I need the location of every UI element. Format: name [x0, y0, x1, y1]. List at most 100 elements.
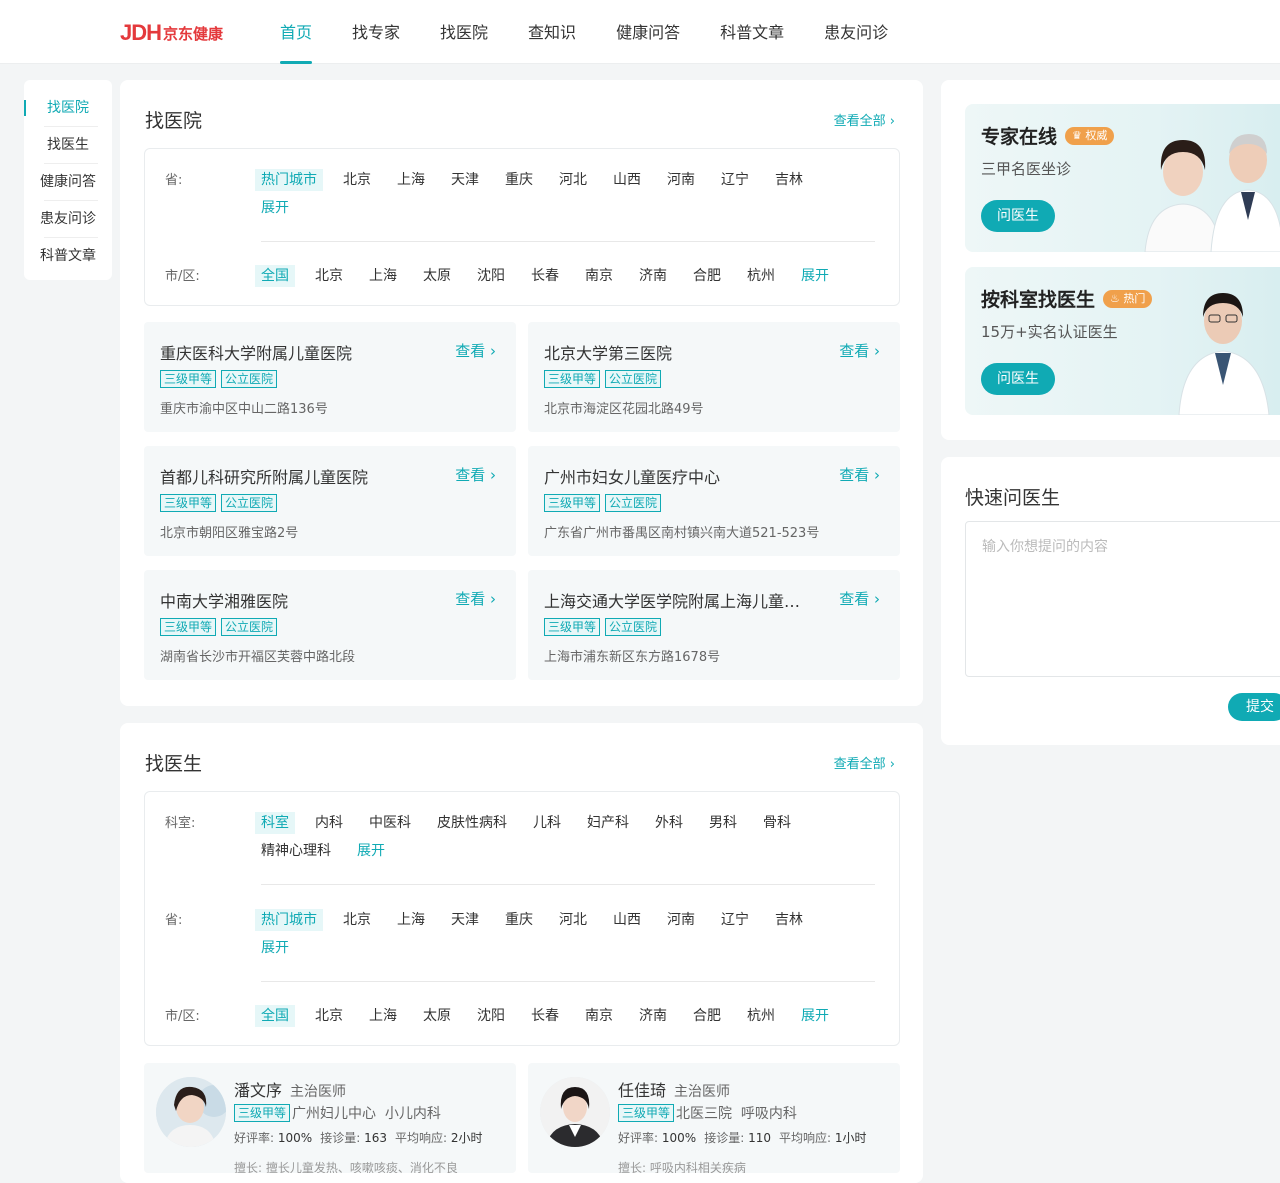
doctor-card[interactable]: 潘文序 主治医师 三级甲等 广州妇儿中心 小儿内科 好评率: 100% 接诊量: 16…: [144, 1063, 516, 1173]
filter-option[interactable]: 沈阳: [471, 1005, 511, 1027]
nav-find-expert[interactable]: 找专家: [332, 0, 420, 64]
level-tag: 三级甲等: [160, 494, 217, 512]
nav-health-qa[interactable]: 健康问答: [596, 0, 700, 64]
filter-option[interactable]: 皮肤性病科: [431, 812, 513, 834]
filter-option[interactable]: 上海: [363, 265, 403, 287]
filter-option[interactable]: 天津: [445, 169, 485, 191]
quick-ask-title: 快速问医生: [965, 487, 1061, 509]
question-input[interactable]: [965, 521, 1280, 677]
filter-option[interactable]: 合肥: [687, 265, 727, 287]
chevron-right-icon: ›: [490, 590, 496, 608]
promo-by-department[interactable]: 按科室找医生 ♨ 热门 15万+实名认证医生 问医生: [965, 267, 1280, 415]
sidebar-item-consult[interactable]: 患友问诊: [24, 201, 112, 238]
filter-option[interactable]: 辽宁: [715, 909, 755, 931]
doctor-filter-panel: 科室: 科室 内科 中医科 皮肤性病科 儿科 妇产科 外科 男科 骨科 精神心理…: [144, 791, 900, 1046]
filter-option[interactable]: 合肥: [687, 1005, 727, 1027]
nav-find-hospital[interactable]: 找医院: [420, 0, 508, 64]
filter-option[interactable]: 骨科: [757, 812, 797, 834]
filter-option[interactable]: 太原: [417, 265, 457, 287]
filter-option[interactable]: 太原: [417, 1005, 457, 1027]
filter-option[interactable]: 精神心理科: [255, 840, 337, 862]
rating-label: 好评率:: [234, 1131, 275, 1145]
filter-option[interactable]: 妇产科: [581, 812, 635, 834]
filter-option[interactable]: 吉林: [769, 909, 809, 931]
filter-option[interactable]: 北京: [309, 1005, 349, 1027]
expand-cities-link[interactable]: 展开: [795, 265, 835, 287]
filter-option[interactable]: 天津: [445, 909, 485, 931]
filter-option[interactable]: 河南: [661, 909, 701, 931]
hospital-card[interactable]: 重庆医科大学附属儿童医院 查看 › 三级甲等 公立医院 重庆市渝中区中山二路136…: [144, 322, 516, 432]
filter-option[interactable]: 沈阳: [471, 265, 511, 287]
hospital-card[interactable]: 北京大学第三医院 查看 › 三级甲等 公立医院 北京市海淀区花园北路49号: [528, 322, 900, 432]
filter-option[interactable]: 长春: [525, 265, 565, 287]
filter-option[interactable]: 上海: [391, 909, 431, 931]
filter-option[interactable]: 重庆: [499, 169, 539, 191]
view-hospital-link[interactable]: 查看 ›: [455, 464, 496, 485]
filter-option-nationwide[interactable]: 全国: [255, 1005, 295, 1027]
sidebar-item-articles[interactable]: 科普文章: [24, 238, 112, 275]
expand-depts-link[interactable]: 展开: [351, 840, 391, 862]
filter-option[interactable]: 河北: [553, 909, 593, 931]
hospital-card[interactable]: 首都儿科研究所附属儿童医院 查看 › 三级甲等 公立医院 北京市朝阳区雅宝路2号: [144, 446, 516, 556]
hospital-card[interactable]: 中南大学湘雅医院 查看 › 三级甲等 公立医院 湖南省长沙市开福区芙蓉中路北段: [144, 570, 516, 680]
filter-option[interactable]: 济南: [633, 265, 673, 287]
filter-option[interactable]: 吉林: [769, 169, 809, 191]
filter-option-hot-cities[interactable]: 热门城市: [255, 909, 323, 931]
filter-option[interactable]: 河北: [553, 169, 593, 191]
view-all-hospitals-link[interactable]: 查看全部 ›: [834, 110, 895, 129]
filter-option[interactable]: 杭州: [741, 1005, 781, 1027]
filter-option[interactable]: 杭州: [741, 265, 781, 287]
chevron-right-icon: ›: [889, 114, 895, 129]
filter-option[interactable]: 外科: [649, 812, 689, 834]
nav-patient-consult[interactable]: 患友问诊: [804, 0, 908, 64]
filter-option[interactable]: 辽宁: [715, 169, 755, 191]
filter-option[interactable]: 男科: [703, 812, 743, 834]
hospital-card[interactable]: 广州市妇女儿童医疗中心 查看 › 三级甲等 公立医院 广东省广州市番禺区南村镇兴南…: [528, 446, 900, 556]
filter-option[interactable]: 济南: [633, 1005, 673, 1027]
expand-cities-link[interactable]: 展开: [795, 1005, 835, 1027]
ask-doctor-button[interactable]: 问医生: [981, 200, 1055, 232]
jd-health-logo[interactable]: JDH 京东健康: [120, 20, 223, 46]
sidebar-item-qa[interactable]: 健康问答: [24, 164, 112, 201]
filter-option[interactable]: 山西: [607, 169, 647, 191]
ask-doctor-button[interactable]: 问医生: [981, 363, 1055, 395]
filter-option-hot-cities[interactable]: 热门城市: [255, 169, 323, 191]
nav-articles[interactable]: 科普文章: [700, 0, 804, 64]
doctor-card[interactable]: 任佳琦 主治医师 三级甲等 北医三院 呼吸内科 好评率: 100% 接诊量: 110 平…: [528, 1063, 900, 1173]
filter-option[interactable]: 重庆: [499, 909, 539, 931]
filter-option[interactable]: 山西: [607, 909, 647, 931]
filter-option[interactable]: 中医科: [363, 812, 417, 834]
filter-option[interactable]: 北京: [309, 265, 349, 287]
hospital-card[interactable]: 上海交通大学医学院附属上海儿童医学中心 查看 › 三级甲等公立医院 上海市浦东新…: [528, 570, 900, 680]
view-hospital-link[interactable]: 查看 ›: [839, 588, 880, 609]
view-hospital-link[interactable]: 查看 ›: [839, 464, 880, 485]
view-all-doctors-link[interactable]: 查看全部 ›: [834, 753, 895, 772]
filter-option-nationwide[interactable]: 全国: [255, 265, 295, 287]
filter-option[interactable]: 北京: [337, 909, 377, 931]
filter-option[interactable]: 长春: [525, 1005, 565, 1027]
rating-label: 好评率:: [618, 1131, 659, 1145]
filter-option[interactable]: 南京: [579, 265, 619, 287]
filter-option[interactable]: 上海: [363, 1005, 403, 1027]
filter-option[interactable]: 上海: [391, 169, 431, 191]
filter-option[interactable]: 河南: [661, 169, 701, 191]
promo-expert-online[interactable]: 专家在线 ♛ 权威 三甲名医坐诊 问医生: [965, 104, 1280, 252]
quick-ask-panel: 快速问医生 提交: [941, 457, 1280, 745]
filter-option-all-depts[interactable]: 科室: [255, 812, 295, 834]
section-title: 找医生: [145, 753, 203, 775]
filter-option[interactable]: 南京: [579, 1005, 619, 1027]
nav-home[interactable]: 首页: [260, 0, 332, 64]
view-hospital-link[interactable]: 查看 ›: [455, 588, 496, 609]
expand-provinces-link[interactable]: 展开: [255, 937, 295, 959]
filter-option[interactable]: 儿科: [527, 812, 567, 834]
view-hospital-link[interactable]: 查看 ›: [455, 340, 496, 361]
filter-option[interactable]: 内科: [309, 812, 349, 834]
view-hospital-link[interactable]: 查看 ›: [839, 340, 880, 361]
nav-knowledge[interactable]: 查知识: [508, 0, 596, 64]
find-doctor-section: 找医生 查看全部 › 科室: 科室 内科 中医科 皮肤性病科 儿科 妇产科 外科…: [120, 723, 923, 1183]
expand-provinces-link[interactable]: 展开: [255, 197, 295, 219]
sidebar-item-hospital[interactable]: 找医院: [24, 90, 112, 127]
sidebar-item-doctor[interactable]: 找医生: [24, 127, 112, 164]
submit-question-button[interactable]: 提交: [1228, 693, 1280, 721]
filter-option[interactable]: 北京: [337, 169, 377, 191]
